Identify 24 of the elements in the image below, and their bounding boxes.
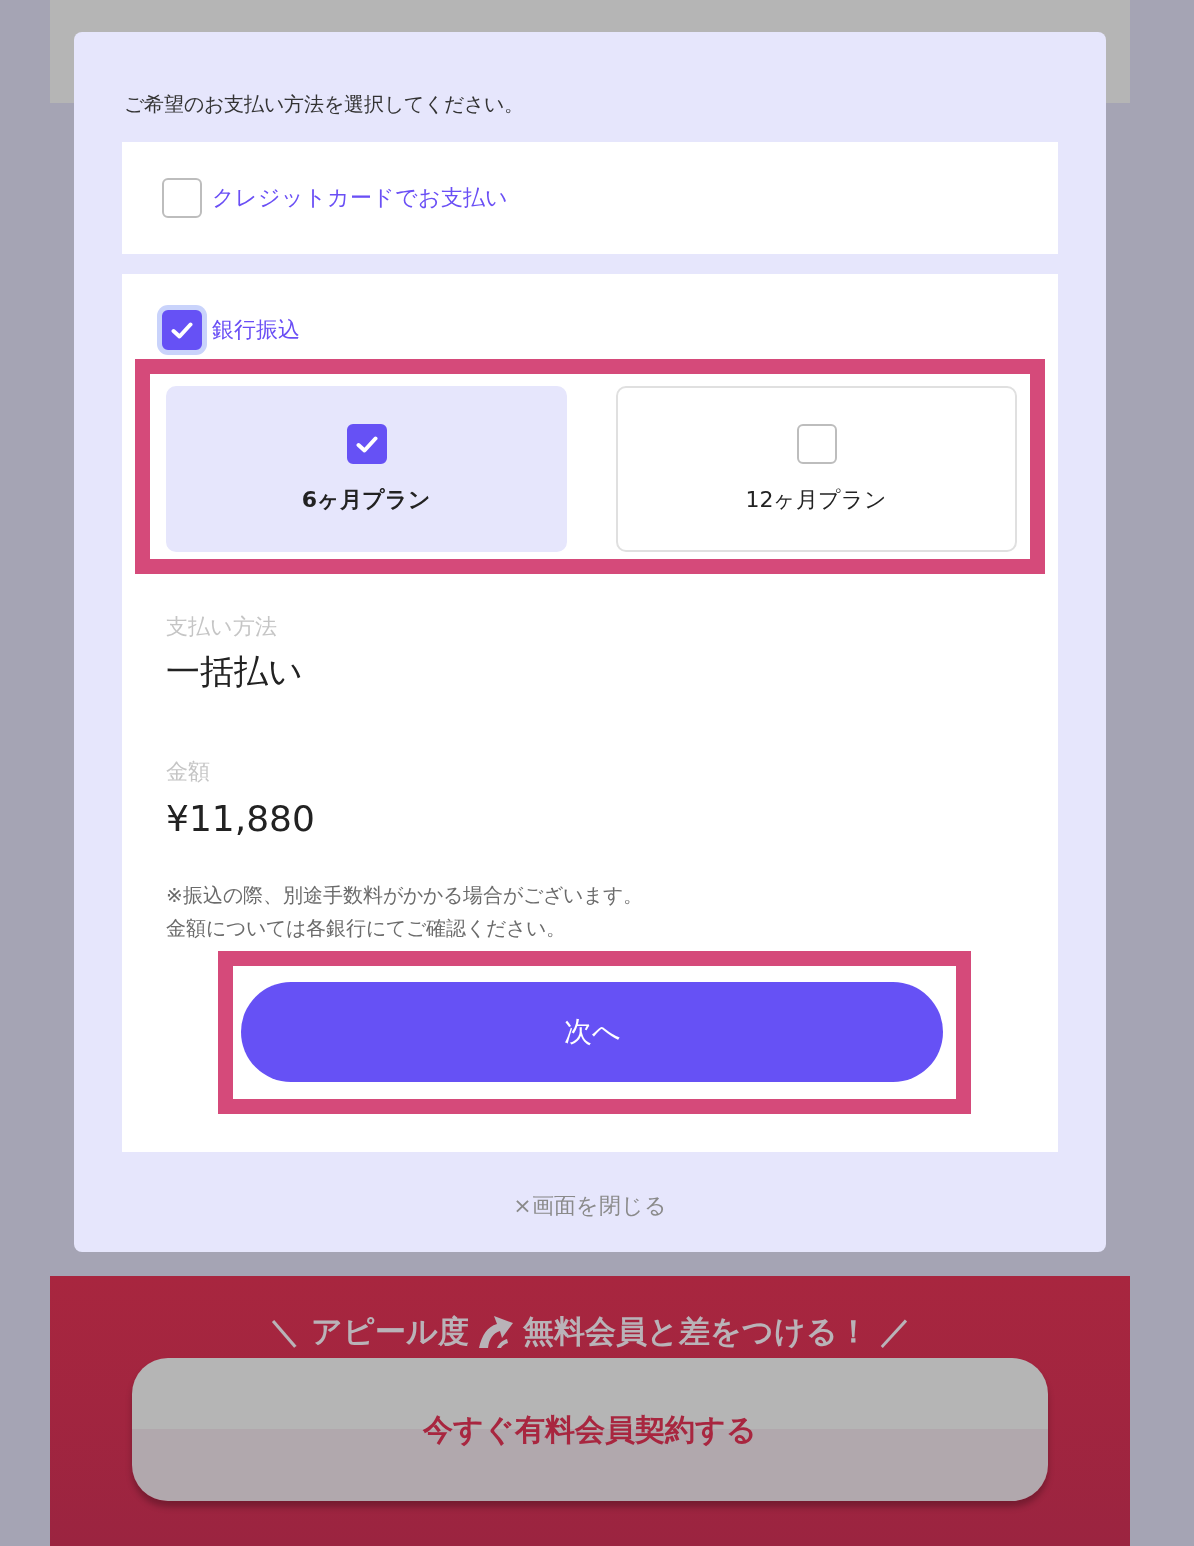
tagline-text: 無料会員と差をつける！ ／ [523, 1312, 911, 1351]
field-label: 支払い方法 [166, 613, 278, 641]
field-value: 一括払い [166, 650, 304, 693]
plan-label: 6ヶ月プラン [301, 486, 432, 514]
checkbox[interactable] [162, 178, 202, 218]
plan-card[interactable]: 6ヶ月プラン [166, 386, 567, 552]
note-text: ※振込の際、別途手数料がかかる場合がございます。 [166, 882, 644, 909]
tagline-text: ＼ アピール度 [269, 1312, 469, 1351]
next-button[interactable]: 次へ [241, 982, 943, 1082]
curved-arrow-icon [477, 1313, 515, 1349]
note-text: 金額については各銀行にてご確認ください。 [166, 915, 567, 942]
close-link[interactable]: ×画面を閉じる [513, 1193, 667, 1218]
upgrade-button[interactable]: 今すぐ有料会員契約する [132, 1358, 1048, 1501]
option-label[interactable]: クレジットカードでお支払い [212, 183, 508, 213]
instruction-text: ご希望のお支払い方法を選択してください。 [124, 91, 525, 118]
plan-card[interactable]: 12ヶ月プラン [616, 386, 1017, 552]
plan-label: 12ヶ月プラン [745, 486, 888, 514]
field-value: ¥11,880 [166, 797, 316, 841]
checkbox[interactable] [346, 424, 387, 464]
checkbox[interactable] [796, 424, 837, 464]
option-label[interactable]: 銀行振込 [212, 315, 300, 345]
field-label: 金額 [166, 758, 211, 786]
checkmark-icon [171, 321, 193, 339]
checkmark-icon [355, 435, 378, 453]
